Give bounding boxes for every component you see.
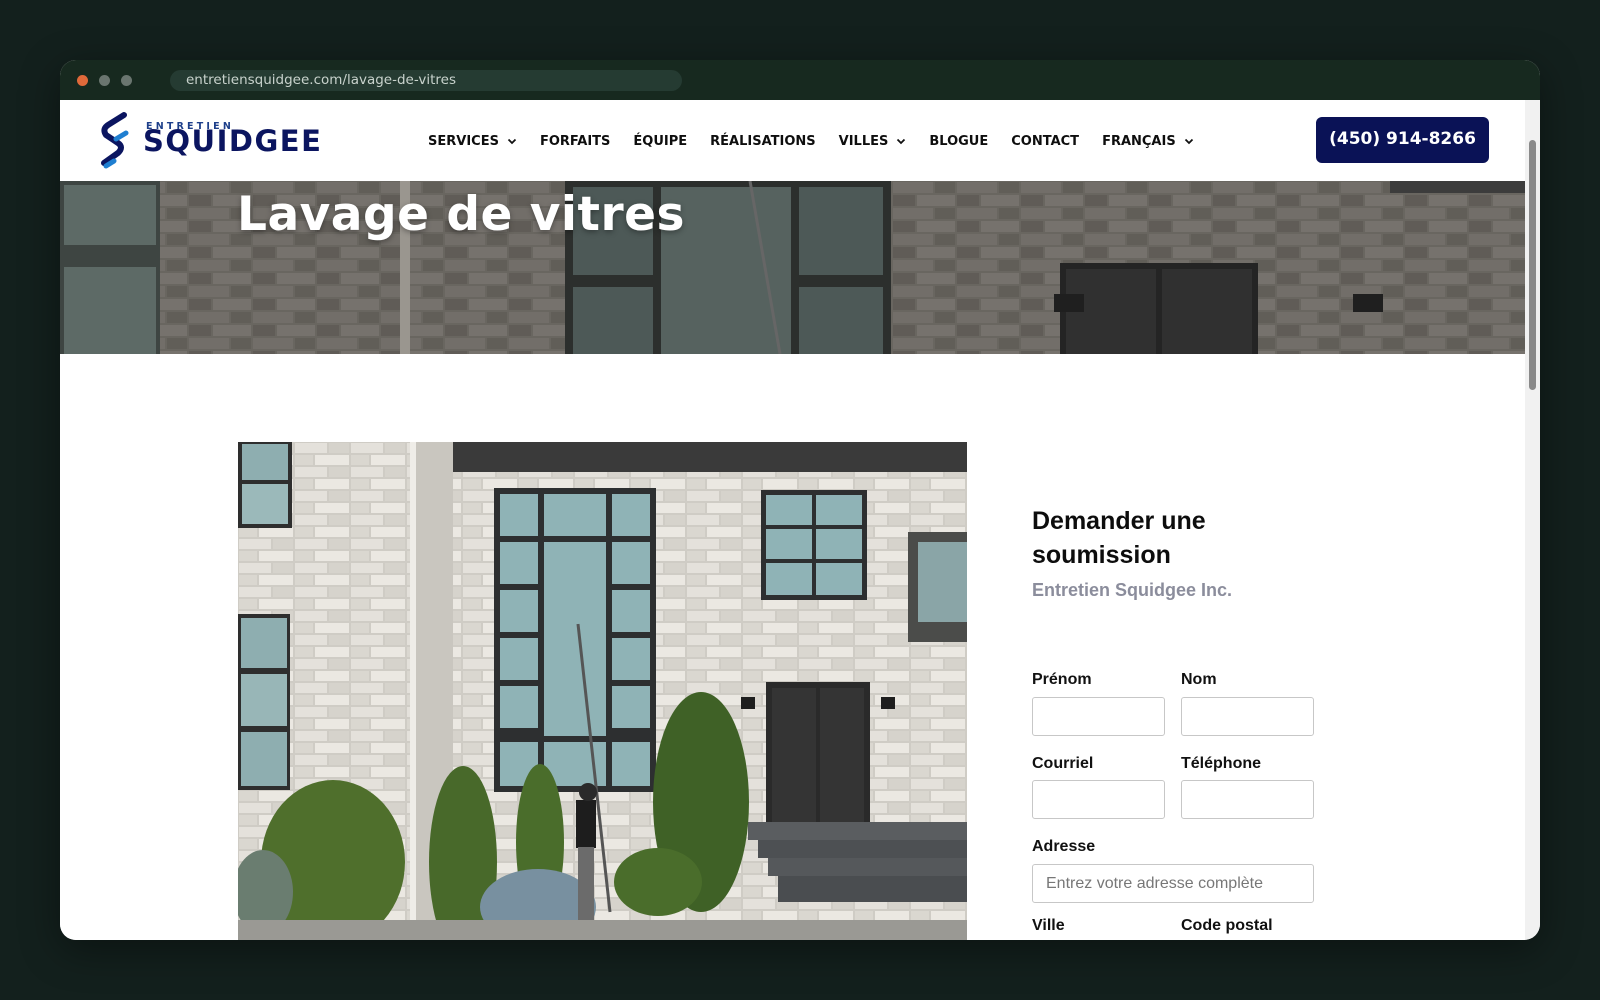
nav-item-label: SERVICES [428,133,499,149]
nav-item-equipe[interactable]: ÉQUIPE [633,134,687,149]
nav-item-label: RÉALISATIONS [710,133,816,149]
page-viewport: ENTRETIEN SQUIDGEE SERVICES FORFAITS ÉQU… [60,100,1525,940]
chevron-down-icon [507,138,517,145]
form-subtitle: Entretien Squidgee Inc. [1032,580,1233,600]
phone-label: Téléphone [1181,755,1262,772]
chevron-down-icon [897,138,906,145]
form-title: Demander une soumission [1032,507,1206,569]
browser-titlebar: entretiensquidgee.com/lavage-de-vitres [60,60,1540,100]
nav-item-villes[interactable]: VILLES [839,134,907,149]
phone-input[interactable] [1181,780,1314,819]
scrollbar-thumb[interactable] [1529,140,1536,390]
postal-code-label: Code postal [1181,917,1273,934]
email-input[interactable] [1032,780,1165,819]
page-scrollbar[interactable] [1525,100,1540,940]
nav-item-blogue[interactable]: BLOGUE [929,134,988,149]
maximize-window-icon[interactable] [121,75,132,86]
nav-item-services[interactable]: SERVICES [428,134,517,149]
phone-call-button[interactable]: (450) 914-8266 [1316,117,1489,163]
minimize-window-icon[interactable] [99,75,110,86]
address-label: Adresse [1032,838,1096,855]
page-title: Lavage de vitres [237,187,686,242]
first-name-label: Prénom [1032,671,1092,688]
main-nav: SERVICES FORFAITS ÉQUIPE RÉALISATIONS VI… [428,127,1217,155]
logo-wordmark: SQUIDGEE [143,124,323,158]
email-label: Courriel [1032,755,1094,772]
nav-item-language[interactable]: FRANÇAIS [1102,134,1194,149]
nav-item-label: ÉQUIPE [633,133,688,149]
hero-banner: Lavage de vitres [60,181,1525,354]
address-input[interactable] [1032,864,1314,903]
last-name-label: Nom [1181,671,1217,688]
site-logo[interactable]: ENTRETIEN SQUIDGEE [96,111,336,171]
browser-window: entretiensquidgee.com/lavage-de-vitres E… [60,60,1540,940]
last-name-input[interactable] [1181,697,1314,736]
site-header: ENTRETIEN SQUIDGEE SERVICES FORFAITS ÉQU… [60,100,1525,181]
nav-item-contact[interactable]: CONTACT [1011,134,1079,149]
service-photo [238,442,967,940]
city-label: Ville [1032,917,1065,934]
address-bar[interactable]: entretiensquidgee.com/lavage-de-vitres [170,70,682,91]
nav-item-realisations[interactable]: RÉALISATIONS [710,134,816,149]
house-window-cleaning-image [238,442,967,940]
nav-item-label: CONTACT [1011,133,1080,149]
nav-item-label: FRANÇAIS [1102,133,1176,149]
nav-item-label: VILLES [838,133,889,149]
nav-item-label: BLOGUE [929,133,989,149]
nav-item-forfaits[interactable]: FORFAITS [540,134,610,149]
squidgee-logo-icon [101,112,129,169]
close-window-icon[interactable] [77,75,88,86]
first-name-input[interactable] [1032,697,1165,736]
chevron-down-icon [1184,138,1193,145]
nav-item-label: FORFAITS [539,133,611,149]
